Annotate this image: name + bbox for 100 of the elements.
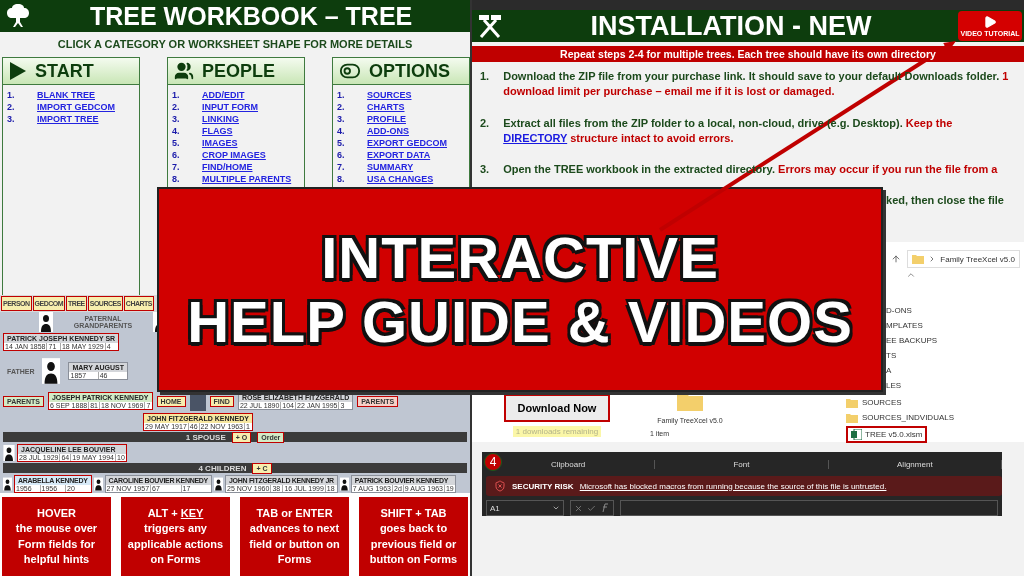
- category-header[interactable]: OPTIONS: [333, 58, 469, 85]
- category-link[interactable]: FLAGS: [202, 126, 233, 136]
- file-item[interactable]: TREE v5.0.xlsm: [846, 426, 928, 443]
- folder-item[interactable]: A: [886, 366, 892, 379]
- ribbon-group-label: Alignment: [828, 459, 1002, 469]
- category-header[interactable]: PEOPLE: [168, 58, 304, 85]
- item-number: 7.: [337, 162, 346, 172]
- hint-title: TAB or ENTER: [256, 505, 333, 521]
- item-number: 5.: [337, 138, 346, 148]
- step-number: 3.: [480, 162, 490, 178]
- function-icon[interactable]: [600, 503, 610, 513]
- hint-text: advances to next field or button on Forms: [248, 521, 341, 567]
- category-link[interactable]: IMAGES: [202, 138, 238, 148]
- item-number: 1.: [172, 90, 181, 100]
- item-number: 4.: [172, 126, 181, 136]
- item-number: 2.: [337, 102, 346, 112]
- crossed-hammers-icon: [476, 12, 504, 40]
- category-header[interactable]: START: [3, 58, 139, 85]
- address-bar[interactable]: Family TreeXcel v5.0: [907, 250, 1020, 268]
- download-button[interactable]: Download Now: [503, 394, 611, 422]
- play-icon: [983, 15, 997, 29]
- step-text: ked, then close the file: [886, 194, 1004, 207]
- cancel-icon[interactable]: [574, 503, 583, 513]
- item-number: 5.: [172, 138, 181, 148]
- step-text: Extract all files from the ZIP folder to a local, non-cloud, drive (e.g. Desktop). Keep the DIRECTORY structure intact to avoid errors.: [503, 115, 954, 146]
- banner-text: HELP GUIDE & VIDEOS: [187, 289, 853, 354]
- item-number: 4.: [337, 126, 346, 136]
- instruction-text: CLICK A CATEGORY OR WORKSHEET SHAPE FOR MORE DETAILS: [56, 37, 414, 52]
- hint-title: SHIFT + TAB: [380, 505, 447, 521]
- folder-item[interactable]: SOURCES: [862, 398, 902, 407]
- item-number: 3.: [7, 114, 16, 124]
- hint-title: HOVER: [36, 505, 77, 521]
- hint-title: ALT + KEY: [147, 505, 204, 521]
- folder-item[interactable]: EE BACKUPS: [886, 336, 938, 349]
- banner-text: INTERACTIVE: [321, 225, 719, 290]
- category-link[interactable]: USA CHANGES: [367, 174, 434, 184]
- step-number: 1.: [480, 69, 490, 84]
- item-number: 3.: [337, 114, 346, 124]
- folder-item[interactable]: SOURCES_INDVIDUALS: [862, 413, 955, 422]
- check-icon[interactable]: [587, 503, 596, 513]
- step-badge: 4: [484, 453, 502, 471]
- silhouette-icon: [42, 356, 61, 386]
- silhouette-icon: [3, 444, 15, 461]
- step-number: 2.: [480, 115, 490, 131]
- up-arrow-icon[interactable]: [891, 254, 902, 264]
- security-label: SECURITY RISK: [512, 481, 574, 491]
- category-link[interactable]: EXPORT DATA: [367, 150, 431, 160]
- ribbon-group-label: Font: [655, 459, 829, 469]
- silhouette-icon: [39, 312, 53, 332]
- item-number: 6.: [337, 150, 346, 160]
- installation-title: INSTALLATION - NEW: [590, 10, 872, 42]
- category-link[interactable]: PROFILE: [367, 114, 406, 124]
- item-number: 1.: [337, 90, 346, 100]
- silhouette-icon: [3, 476, 12, 492]
- category-link[interactable]: SUMMARY: [367, 162, 414, 172]
- item-number: 2.: [7, 102, 16, 112]
- hint-text: triggers any applicable actions on Forms: [126, 521, 225, 567]
- category-link[interactable]: SOURCES: [367, 90, 412, 100]
- folder-icon: [912, 254, 925, 264]
- hint-text: the mouse over Form fields for helpful hints: [14, 521, 99, 567]
- folder-icon: [846, 397, 858, 408]
- tree-icon: [6, 3, 30, 29]
- item-number: 8.: [172, 174, 181, 184]
- security-message[interactable]: Microsoft has blocked macros from running because the source of this file is untrusted.: [579, 481, 887, 491]
- category-link[interactable]: ADD-ONS: [367, 126, 409, 136]
- spouse-count: 1 SPOUSE: [185, 432, 226, 442]
- people-icon: [174, 61, 194, 81]
- category-link[interactable]: IMPORT GEDCOM: [37, 102, 115, 112]
- silhouette-icon: [93, 476, 103, 492]
- folder-item[interactable]: TS: [886, 351, 897, 364]
- category-link[interactable]: FIND/HOME: [202, 162, 253, 172]
- category-link[interactable]: ADD/EDIT: [202, 90, 245, 100]
- item-number: 2.: [172, 102, 181, 112]
- item-number: 8.: [337, 174, 346, 184]
- folder-item[interactable]: D-ONS: [886, 306, 912, 319]
- category-link[interactable]: IMPORT TREE: [37, 114, 99, 124]
- category-link[interactable]: MULTIPLE PARENTS: [202, 174, 292, 184]
- item-number: 1.: [7, 90, 16, 100]
- folder-item[interactable]: LES: [886, 381, 902, 394]
- category-link[interactable]: CHARTS: [367, 102, 405, 112]
- collapse-icon[interactable]: [906, 270, 916, 280]
- folder-item[interactable]: MPLATES: [886, 321, 923, 334]
- item-number: 3.: [172, 114, 181, 124]
- silhouette-icon: [214, 476, 223, 492]
- workbook-title: TREE WORKBOOK – TREE: [90, 1, 413, 31]
- category-link[interactable]: EXPORT GEDCOM: [367, 138, 447, 148]
- name-box[interactable]: A1: [486, 500, 564, 516]
- play-icon: [9, 61, 27, 81]
- category-link[interactable]: LINKING: [202, 114, 239, 124]
- hint-text: goes back to previous field or button on Forms: [368, 521, 459, 567]
- silhouette-icon: [339, 476, 349, 492]
- shield-x-icon: [494, 480, 506, 492]
- children-count: 4 CHILDREN: [198, 463, 247, 473]
- item-number: 7.: [172, 162, 181, 172]
- category-link[interactable]: CROP IMAGES: [202, 150, 266, 160]
- folder-icon: [846, 412, 858, 423]
- formula-bar[interactable]: [620, 500, 998, 516]
- directory-link[interactable]: DIRECTORY: [503, 131, 568, 144]
- category-link[interactable]: BLANK TREE: [37, 90, 95, 100]
- category-link[interactable]: INPUT FORM: [202, 102, 258, 112]
